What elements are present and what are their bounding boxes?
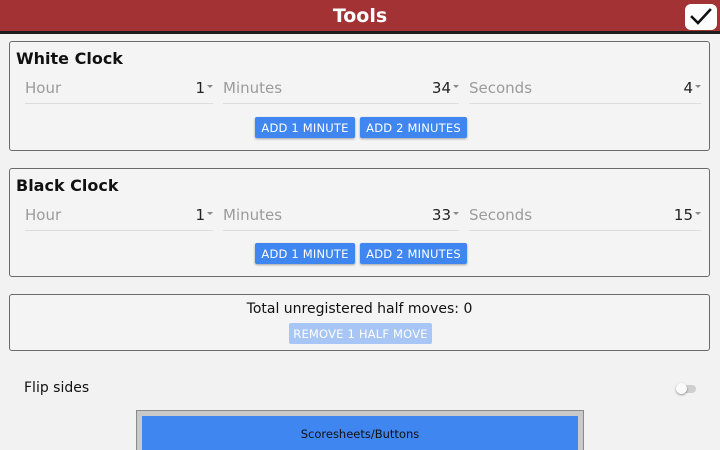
white-minutes-select[interactable]: Minutes 34 (223, 76, 459, 104)
unregistered-half-moves-text: Total unregistered half moves: 0 (246, 301, 473, 317)
white-clock-panel: White Clock Hour 1 Minutes 34 Seconds 4 … (9, 41, 710, 151)
app-header: Tools (0, 0, 720, 34)
black-add-2-minutes-button[interactable]: ADD 2 MINUTES (360, 243, 467, 264)
black-hour-select[interactable]: Hour 1 (25, 203, 213, 231)
white-hour-value: 1 (195, 79, 205, 97)
flip-sides-label: Flip sides (24, 380, 90, 396)
white-clock-title: White Clock (16, 49, 123, 68)
white-hour-select[interactable]: Hour 1 (25, 76, 213, 104)
black-seconds-select[interactable]: Seconds 15 (469, 203, 701, 231)
checkmark-icon (690, 8, 712, 25)
caret-down-icon (207, 85, 213, 88)
scoresheets-button[interactable]: Scoresheets/Buttons (142, 416, 578, 450)
white-seconds-select[interactable]: Seconds 4 (469, 76, 701, 104)
flip-sides-toggle[interactable] (676, 383, 696, 394)
half-moves-panel: Total unregistered half moves: 0 REMOVE … (9, 294, 710, 351)
black-clock-title: Black Clock (16, 176, 119, 195)
black-minutes-label: Minutes (223, 206, 283, 224)
toggle-thumb (676, 383, 687, 394)
white-minutes-value: 34 (431, 79, 451, 97)
remove-half-move-button[interactable]: REMOVE 1 HALF MOVE (289, 323, 432, 344)
white-add-1-minute-button[interactable]: ADD 1 MINUTE (255, 117, 355, 138)
caret-down-icon (695, 212, 701, 215)
confirm-button[interactable] (685, 4, 717, 30)
caret-down-icon (453, 85, 459, 88)
black-add-1-minute-button[interactable]: ADD 1 MINUTE (255, 243, 355, 264)
black-seconds-label: Seconds (469, 206, 533, 224)
white-seconds-value: 4 (683, 79, 693, 97)
black-hour-label: Hour (25, 206, 62, 224)
white-add-2-minutes-button[interactable]: ADD 2 MINUTES (360, 117, 467, 138)
scoresheets-container: Scoresheets/Buttons (136, 410, 584, 450)
white-seconds-label: Seconds (469, 79, 533, 97)
page-title: Tools (332, 5, 388, 27)
caret-down-icon (695, 85, 701, 88)
white-minutes-label: Minutes (223, 79, 283, 97)
caret-down-icon (207, 212, 213, 215)
black-hour-value: 1 (195, 206, 205, 224)
black-seconds-value: 15 (673, 206, 693, 224)
caret-down-icon (453, 212, 459, 215)
black-minutes-value: 33 (431, 206, 451, 224)
black-clock-panel: Black Clock Hour 1 Minutes 33 Seconds 15… (9, 168, 710, 277)
white-hour-label: Hour (25, 79, 62, 97)
black-minutes-select[interactable]: Minutes 33 (223, 203, 459, 231)
